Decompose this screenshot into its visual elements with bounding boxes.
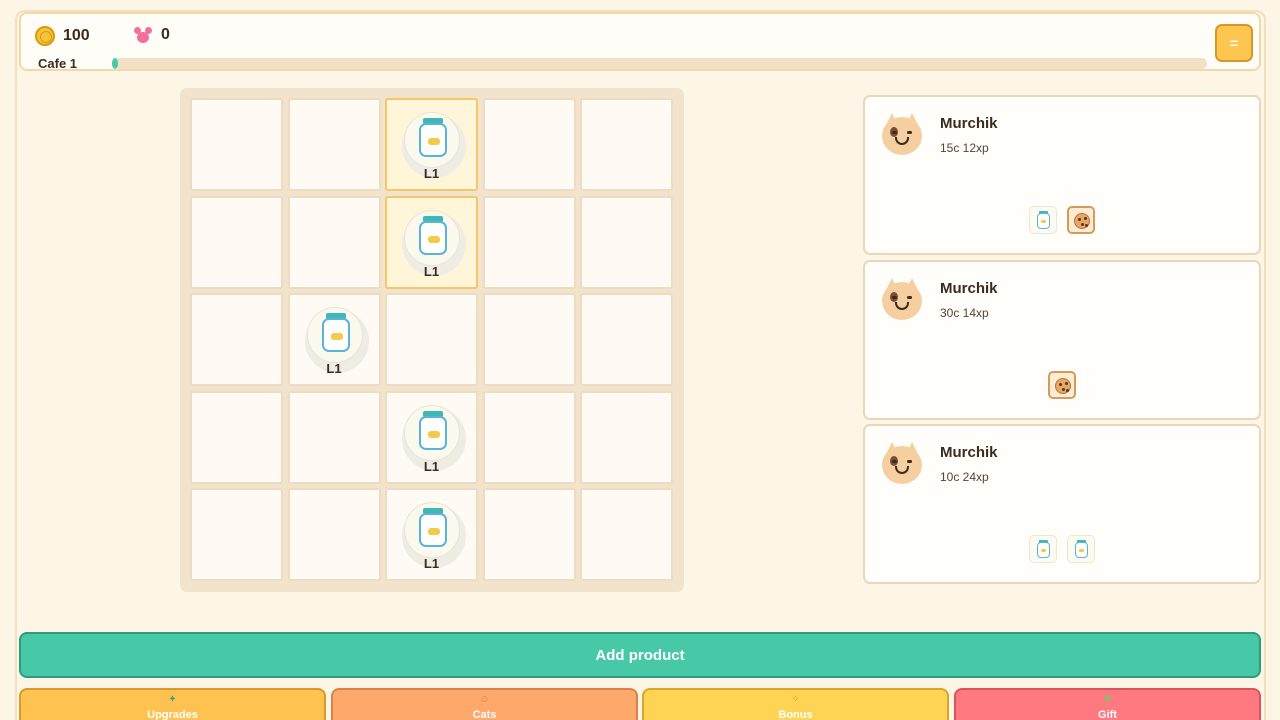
board-cell[interactable] — [580, 98, 673, 191]
board-cell[interactable] — [287, 390, 381, 484]
xp-progress-bar — [112, 58, 1207, 69]
cookie-request-icon — [1048, 371, 1076, 399]
jar-icon — [419, 123, 447, 157]
menu-button[interactable]: = — [1215, 24, 1253, 62]
board-cell[interactable] — [190, 390, 283, 484]
jar-item[interactable]: L1 — [387, 393, 476, 482]
board-cell[interactable]: L1 — [385, 488, 478, 581]
board-cell[interactable] — [287, 98, 381, 191]
board-cell[interactable] — [482, 195, 576, 289]
board-cell[interactable] — [580, 488, 673, 581]
add-product-label: Add product — [595, 646, 685, 664]
order-requests — [865, 371, 1259, 399]
menu-icon: = — [1229, 35, 1239, 51]
jar-item[interactable]: L1 — [387, 198, 476, 287]
xp-progress-fill — [112, 58, 118, 69]
item-level: L1 — [423, 556, 440, 571]
board-cell[interactable] — [190, 98, 283, 191]
cat-avatar-icon — [882, 442, 924, 484]
nav-gift-button[interactable]: ✚ Gift — [954, 688, 1261, 720]
jar-item[interactable]: L1 — [387, 490, 476, 579]
jar-item[interactable]: L1 — [290, 295, 379, 384]
nav-upgrades-button[interactable]: ✦ Upgrades — [19, 688, 326, 720]
board-cell[interactable] — [190, 195, 283, 289]
sparkle-icon: ✧ — [791, 694, 800, 705]
order-reward: 15c 12xp — [940, 141, 989, 155]
board-cell[interactable]: L1 — [385, 390, 478, 484]
order-card[interactable]: Murchik 10c 24xp — [863, 424, 1261, 584]
board-cell[interactable] — [482, 390, 576, 484]
cookie-request-icon — [1067, 206, 1095, 234]
jar-request-icon — [1029, 535, 1057, 563]
jar-icon — [419, 415, 447, 450]
top-bar: 100 0 Cafe 1 = — [19, 12, 1261, 71]
board-cell[interactable]: L1 — [385, 98, 478, 191]
nav-upgrades-label: Upgrades — [147, 709, 198, 720]
add-product-button[interactable]: Add product — [19, 632, 1261, 678]
gift-icon: ✚ — [1103, 694, 1112, 705]
hearts-value: 0 — [161, 26, 170, 43]
nav-gift-label: Gift — [1098, 709, 1117, 720]
board-cell[interactable] — [385, 293, 478, 386]
order-requests — [865, 535, 1259, 563]
cat-avatar-icon — [882, 278, 924, 320]
merge-board: L1 L1 L1 L1 L1 — [180, 88, 684, 592]
order-card[interactable]: Murchik 30c 14xp — [863, 260, 1261, 420]
board-cell[interactable] — [482, 488, 576, 581]
customer-name: Murchik — [940, 280, 998, 297]
customer-name: Murchik — [940, 115, 998, 132]
board-cell[interactable] — [190, 293, 283, 386]
order-reward: 10c 24xp — [940, 470, 989, 484]
board-cell[interactable]: L1 — [287, 293, 381, 386]
nav-cats-label: Cats — [472, 709, 497, 720]
order-card[interactable]: Murchik 15c 12xp — [863, 95, 1261, 255]
jar-icon — [419, 513, 447, 547]
paw-icon — [133, 26, 153, 44]
jar-icon — [321, 318, 350, 352]
jar-item[interactable]: L1 — [387, 100, 476, 189]
board-cell[interactable] — [287, 195, 381, 289]
upgrades-icon: ✦ — [168, 694, 177, 705]
cat-avatar-icon — [882, 113, 924, 155]
nav-bonus-label: Bonus — [778, 709, 813, 720]
board-cell[interactable] — [482, 98, 576, 191]
cafe-label: Cafe 1 — [38, 56, 78, 71]
jar-request-icon — [1029, 206, 1057, 234]
board-cell[interactable] — [482, 293, 576, 386]
board-cell[interactable] — [190, 488, 283, 581]
item-level: L1 — [423, 458, 440, 474]
customer-name: Murchik — [940, 444, 998, 461]
cat-icon: ☺ — [479, 694, 490, 705]
coins-value: 100 — [63, 27, 90, 44]
coin-icon — [35, 26, 55, 46]
item-level: L1 — [423, 166, 440, 181]
order-requests — [865, 206, 1259, 234]
item-level: L1 — [423, 263, 440, 279]
board-cell[interactable] — [580, 390, 673, 484]
board-cell[interactable] — [580, 293, 673, 386]
board-cell[interactable] — [580, 195, 673, 289]
board-cell[interactable] — [287, 488, 381, 581]
nav-bonus-button[interactable]: ✧ Bonus — [642, 688, 949, 720]
jar-icon — [419, 220, 447, 255]
jar-request-icon — [1067, 535, 1095, 563]
order-reward: 30c 14xp — [940, 306, 989, 320]
board-cell[interactable]: L1 — [385, 195, 478, 289]
coins-counter: 100 — [35, 26, 90, 46]
nav-cats-button[interactable]: ☺ Cats — [331, 688, 638, 720]
item-level: L1 — [326, 361, 342, 376]
hearts-counter: 0 — [133, 26, 170, 44]
